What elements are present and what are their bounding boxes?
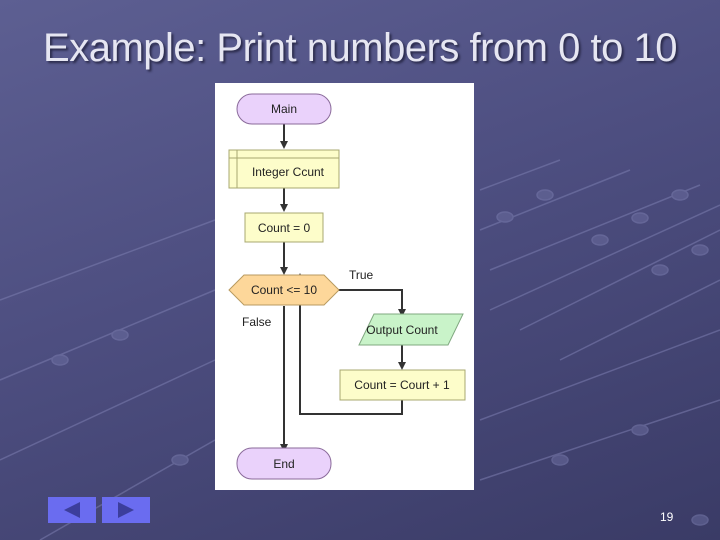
next-slide-button[interactable] [102, 497, 150, 523]
false-label: False [242, 315, 272, 329]
page-number: 19 [660, 510, 674, 524]
slide-title: Example: Print numbers from 0 to 10 [43, 26, 677, 70]
triangle-right-icon [118, 502, 134, 518]
previous-slide-button[interactable] [48, 497, 96, 523]
output-label: Output Count [366, 323, 438, 337]
true-label: True [349, 268, 374, 282]
triangle-left-icon [64, 502, 80, 518]
end-label: End [273, 457, 294, 471]
init-assign-label: Count = 0 [258, 221, 311, 235]
connector-true-branch [338, 289, 406, 317]
declare-label: Integer Ccunt [252, 165, 325, 179]
decision-label: Count <= 10 [251, 283, 317, 297]
flowchart-panel: Main Integer Ccunt Count = 0 Count <= 10… [215, 83, 474, 490]
start-label: Main [271, 102, 297, 116]
increment-assign-label: Count = Court + 1 [354, 378, 450, 392]
flowchart: Main Integer Ccunt Count = 0 Count <= 10… [228, 93, 466, 480]
